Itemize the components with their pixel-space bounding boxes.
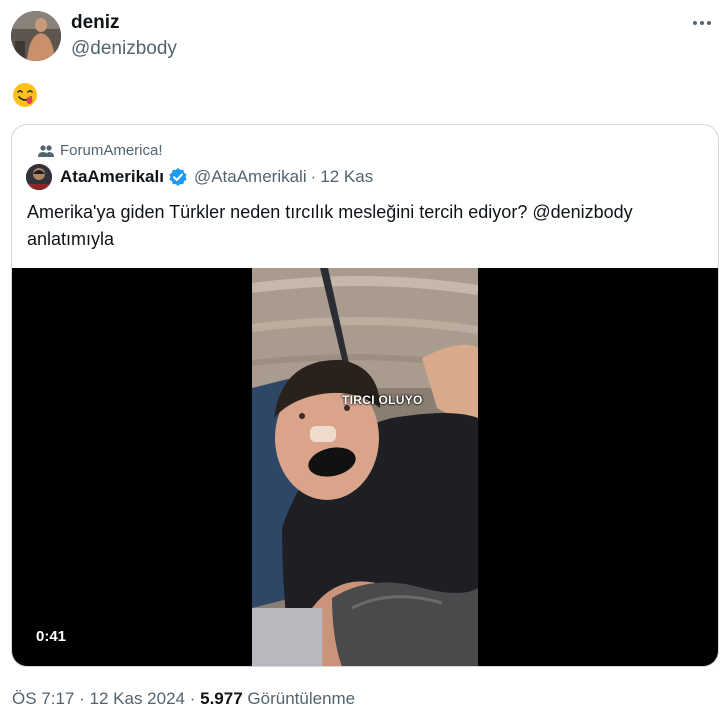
community-name: ForumAmerica! — [60, 142, 163, 159]
community-label[interactable]: ForumAmerica! — [38, 142, 163, 159]
meta-separator: · — [189, 689, 196, 708]
views-count: 5.977 — [200, 689, 243, 708]
quoted-tweet-card[interactable]: ForumAmerica! AtaAmerikalı @AtaAmerikali… — [11, 124, 719, 667]
views-label: Görüntülenme — [247, 689, 356, 708]
meta-separator: · — [79, 689, 85, 708]
tweet-emoji — [12, 82, 38, 108]
more-dots-icon — [693, 21, 711, 25]
tweet-time[interactable]: ÖS 7:17 — [12, 689, 74, 708]
verified-badge-icon — [168, 167, 188, 187]
author-name[interactable]: deniz — [71, 12, 120, 34]
quote-separator: · — [310, 167, 317, 186]
quote-author-handle[interactable]: @AtaAmerikali — [194, 167, 307, 187]
quote-header: AtaAmerikalı @AtaAmerikali · 12 Kas — [26, 164, 373, 190]
tweet-date[interactable]: 12 Kas 2024 — [90, 689, 185, 708]
video-player[interactable]: TIRCI OLUYO 0:41 — [12, 268, 718, 666]
more-options-button[interactable] — [689, 10, 715, 36]
community-people-icon — [38, 144, 54, 157]
quote-text: Amerika'ya giden Türkler neden tırcılık … — [27, 202, 633, 249]
author-avatar[interactable] — [11, 11, 61, 61]
quote-date[interactable]: 12 Kas — [320, 167, 373, 187]
video-frame: TIRCI OLUYO — [252, 268, 478, 666]
tweet-meta: ÖS 7:17 · 12 Kas 2024 · 5.977 Görüntülen… — [12, 689, 355, 709]
quote-author-avatar[interactable] — [26, 164, 52, 190]
quote-author-name[interactable]: AtaAmerikalı — [60, 167, 164, 187]
author-handle[interactable]: @denizbody — [71, 38, 177, 60]
video-caption: TIRCI OLUYO — [342, 393, 423, 407]
tweet-page: deniz @denizbody ForumAmerica! AtaAmerik… — [0, 0, 725, 719]
video-duration: 0:41 — [36, 628, 67, 645]
